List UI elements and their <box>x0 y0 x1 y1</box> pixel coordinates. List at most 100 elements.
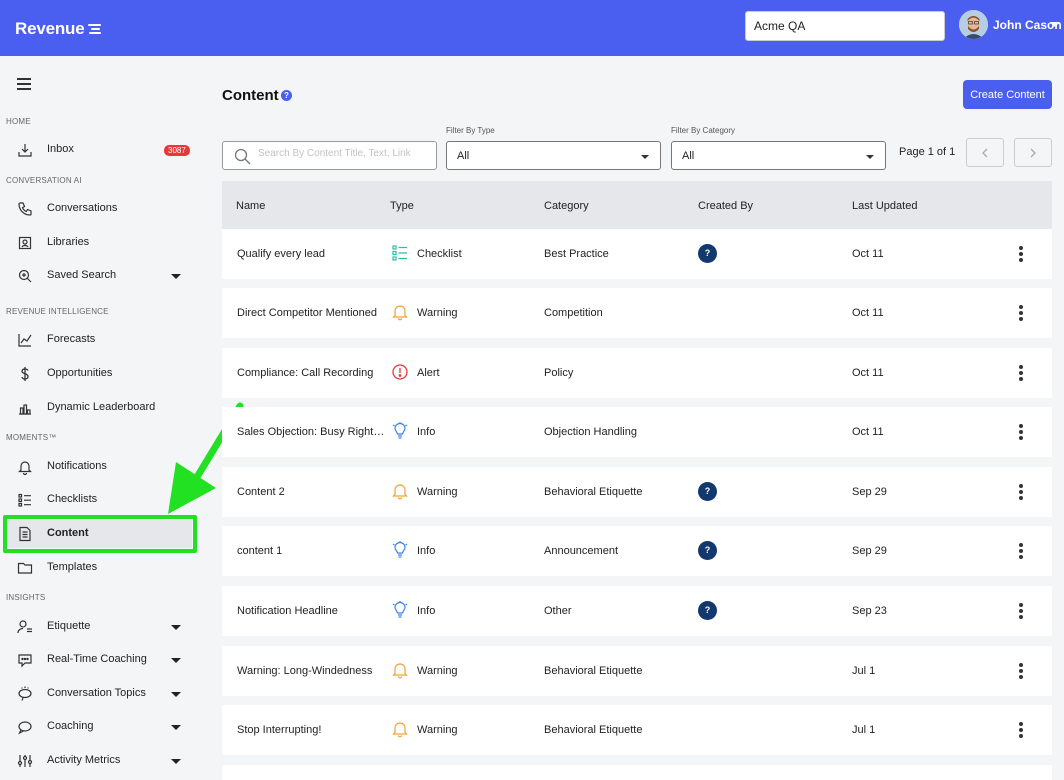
table-row[interactable]: Stop Interrupting! Warning Behavioral Etiq… <box>222 705 1052 755</box>
table-row[interactable]: Sales Objection: Busy Right N... Info Obje… <box>222 407 1052 457</box>
kebab-menu-icon[interactable] <box>1019 543 1023 559</box>
library-icon <box>17 235 33 251</box>
row-name[interactable]: Sales Objection: Busy Right N... <box>237 426 387 438</box>
row-type: Info <box>417 605 436 617</box>
sidebar-item-label: Templates <box>47 561 98 573</box>
row-last-updated: Oct 11 <box>852 426 884 438</box>
kebab-menu-icon[interactable] <box>1019 305 1023 321</box>
filter-category-select[interactable]: All <box>671 141 886 170</box>
row-last-updated: Oct 11 <box>852 367 884 379</box>
sidebar-item-templates[interactable]: Templates <box>8 554 192 582</box>
create-content-button[interactable]: Create Content <box>963 80 1052 109</box>
sidebar-item-inbox[interactable]: Inbox 3087 <box>8 136 192 164</box>
row-name[interactable]: Qualify every lead <box>237 248 387 260</box>
prev-page-button[interactable] <box>966 138 1004 167</box>
column-header-last-updated[interactable]: Last Updated <box>852 200 917 212</box>
app-logo[interactable]: Revenue <box>15 19 102 39</box>
filter-type-select[interactable]: All <box>446 141 661 170</box>
sidebar-item-conversations[interactable]: Conversations <box>8 195 192 223</box>
row-type: Warning <box>417 486 458 498</box>
row-last-updated: Sep 29 <box>852 486 887 498</box>
kebab-menu-icon[interactable] <box>1019 663 1023 679</box>
chevron-down-icon[interactable] <box>171 625 181 630</box>
lightbulb-icon <box>392 422 408 440</box>
bell-icon <box>392 303 408 321</box>
dollar-icon <box>17 366 33 382</box>
workspace-selector[interactable]: Acme QA <box>745 11 945 41</box>
kebab-menu-icon[interactable] <box>1019 365 1023 381</box>
help-icon[interactable]: ? <box>281 90 292 101</box>
checklist-icon <box>17 492 33 508</box>
row-name[interactable]: content 1 <box>237 545 387 557</box>
bell-icon <box>392 720 408 738</box>
row-name[interactable]: Notification Headline <box>237 605 387 617</box>
kebab-menu-icon[interactable] <box>1019 484 1023 500</box>
sidebar-item-activity-metrics[interactable]: Activity Metrics <box>8 747 192 775</box>
row-name[interactable]: Warning: Long-Windedness <box>237 665 387 677</box>
kebab-menu-icon[interactable] <box>1019 246 1023 262</box>
kebab-menu-icon[interactable] <box>1019 722 1023 738</box>
row-category: Other <box>544 605 572 617</box>
sliders-icon <box>17 753 33 769</box>
sidebar-item-label: Opportunities <box>47 367 113 379</box>
table-row[interactable]: Qualify every lead Checklist Best Practice… <box>222 229 1052 279</box>
row-name[interactable]: Compliance: Call Recording <box>237 367 387 379</box>
sidebar-item-real-time-coaching[interactable]: Real-Time Coaching <box>8 646 192 674</box>
table-row[interactable] <box>222 765 1052 780</box>
search-box[interactable] <box>222 141 437 170</box>
sidebar-item-coaching[interactable]: Coaching <box>8 713 192 741</box>
row-last-updated: Sep 23 <box>852 605 887 617</box>
sidebar-item-label: Etiquette <box>47 620 91 632</box>
sidebar-item-saved-search[interactable]: Saved Search <box>8 262 192 290</box>
row-last-updated: Jul 1 <box>852 665 876 677</box>
search-input[interactable] <box>258 148 428 159</box>
sidebar-item-etiquette[interactable]: Etiquette <box>8 613 192 641</box>
sidebar-item-label: Checklists <box>47 493 98 505</box>
filter-type-value: All <box>457 150 470 162</box>
kebab-menu-icon[interactable] <box>1019 603 1023 619</box>
row-category: Behavioral Etiquette <box>544 724 643 736</box>
creator-avatar: ? <box>698 482 717 501</box>
sidebar-item-opportunities[interactable]: Opportunities <box>8 360 192 388</box>
sidebar-item-libraries[interactable]: Libraries <box>8 229 192 257</box>
table-row[interactable]: Content 2 Warning Behavioral Etiquette? Sep… <box>222 467 1052 517</box>
column-header-created-by[interactable]: Created By <box>698 200 753 212</box>
phone-icon <box>17 201 33 217</box>
sidebar-item-label: Conversation Topics <box>47 687 146 699</box>
table-row[interactable]: Warning: Long-Windedness Warning Behaviora… <box>222 646 1052 696</box>
row-type: Warning <box>417 724 458 736</box>
sidebar-item-forecasts[interactable]: Forecasts <box>8 326 192 354</box>
speech-bubble-icon <box>17 719 33 735</box>
chevron-left-icon <box>982 148 988 158</box>
chevron-down-icon <box>866 155 874 159</box>
chevron-down-icon[interactable] <box>171 759 181 764</box>
hamburger-menu-icon[interactable] <box>17 78 31 90</box>
row-name[interactable]: Content 2 <box>237 486 387 498</box>
next-page-button[interactable] <box>1014 138 1052 167</box>
table-row[interactable]: Notification Headline Info Other? Sep 23 <box>222 586 1052 636</box>
table-row[interactable]: Direct Competitor Mentioned Warning Compet… <box>222 288 1052 338</box>
logo-text: Revenue <box>15 19 85 38</box>
chevron-down-icon[interactable] <box>171 658 181 663</box>
column-header-name[interactable]: Name <box>236 200 265 212</box>
column-header-category[interactable]: Category <box>544 200 589 212</box>
pagination-info: Page 1 of 1 <box>899 146 956 158</box>
table-row[interactable]: content 1 Info Announcement? Sep 29 <box>222 526 1052 576</box>
chevron-down-icon[interactable] <box>171 692 181 697</box>
alert-icon <box>392 363 408 381</box>
row-category: Behavioral Etiquette <box>544 486 643 498</box>
table-row[interactable]: Compliance: Call Recording Alert Policy Oct… <box>222 348 1052 398</box>
creator-avatar: ? <box>698 541 717 560</box>
sidebar-item-label: Real-Time Coaching <box>47 653 147 665</box>
chevron-down-icon[interactable] <box>171 725 181 730</box>
section-label-insights: INSIGHTS <box>6 593 46 602</box>
search-icon <box>17 268 33 284</box>
chevron-down-icon[interactable] <box>171 274 181 279</box>
user-avatar[interactable] <box>959 10 988 39</box>
row-name[interactable]: Direct Competitor Mentioned <box>237 307 387 319</box>
row-name[interactable]: Stop Interrupting! <box>237 724 387 736</box>
sidebar-item-conversation-topics[interactable]: Conversation Topics <box>8 680 192 708</box>
kebab-menu-icon[interactable] <box>1019 424 1023 440</box>
column-header-type[interactable]: Type <box>390 200 414 212</box>
user-menu-caret-icon[interactable] <box>1050 22 1060 27</box>
